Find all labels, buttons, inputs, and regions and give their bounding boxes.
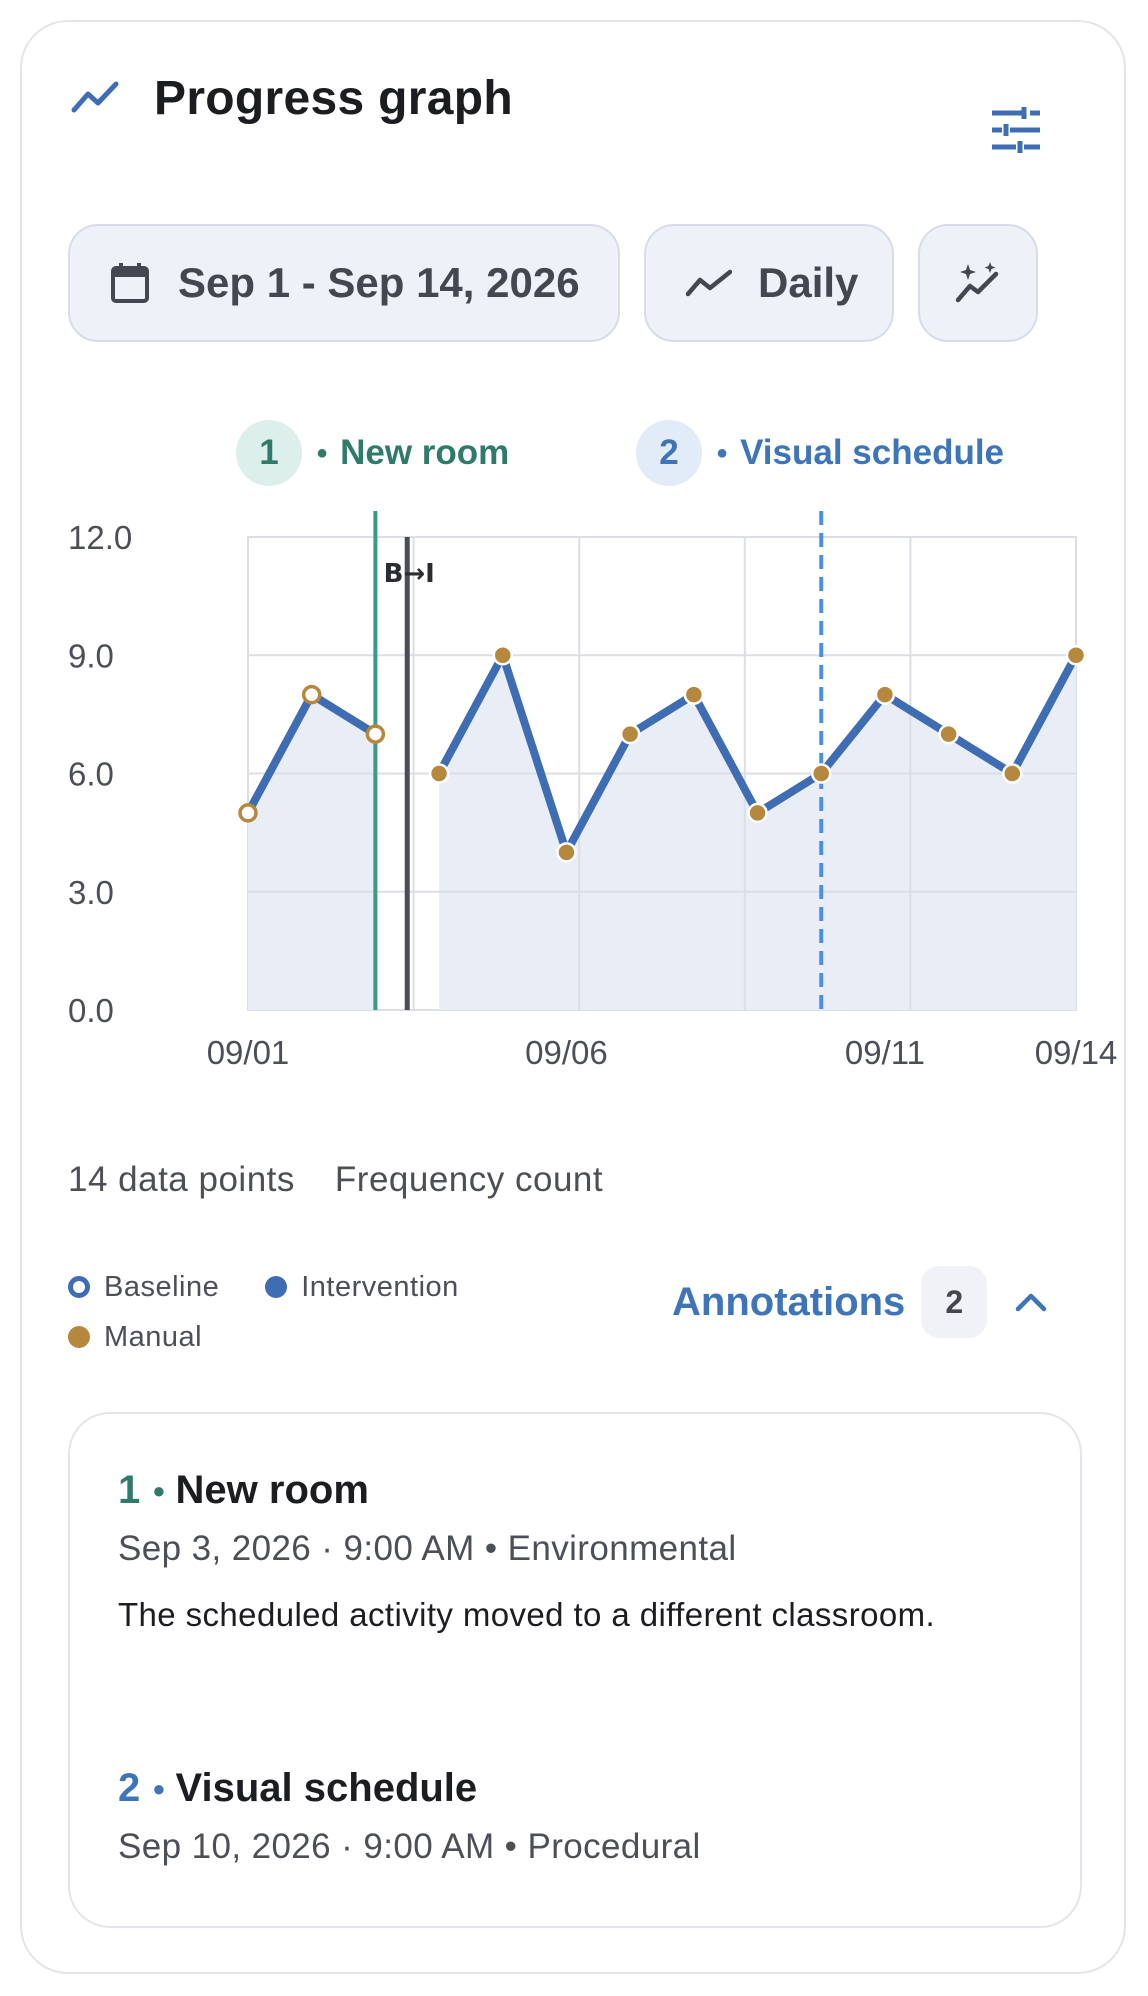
chart-meta: 14 data points Frequency count [68, 1160, 603, 1200]
annotations-label: Annotations [672, 1279, 906, 1324]
annotation-body: The scheduled activity moved to a differ… [118, 1596, 936, 1633]
y-tick-label: 12.0 [68, 519, 132, 556]
interval-label: Daily [758, 259, 859, 306]
intervention-point [619, 723, 641, 745]
annotation-number: 2 [118, 1766, 141, 1810]
card-header: Progress graph [68, 70, 513, 126]
trend-line-icon [686, 269, 732, 297]
intervention-swatch [265, 1276, 288, 1298]
measure-type: Frequency count [334, 1160, 604, 1199]
intervention-point [938, 723, 959, 745]
legend-label: Baseline [104, 1270, 220, 1303]
legend-manual: Manual [68, 1321, 202, 1354]
annotations-count-badge: 2 [921, 1266, 988, 1338]
annotation-item[interactable]: 1 ● New room Sep 3, 2026 · 9:00 AM • Env… [118, 1468, 938, 1639]
separator-dot: ● [716, 441, 729, 464]
y-tick-label: 9.0 [68, 637, 114, 674]
intervention-point [492, 645, 514, 666]
annotation-title: New room [175, 1468, 369, 1512]
intervention-point [1002, 763, 1023, 784]
intervention-point [874, 684, 896, 705]
annotation-subtitle: Sep 10, 2026 · 9:00 AM • Procedural [118, 1827, 701, 1866]
intervention-point [810, 763, 832, 784]
x-tick-label: 09/01 [207, 1034, 290, 1071]
x-tick-label: 09/06 [525, 1034, 608, 1071]
y-tick-label: 6.0 [68, 756, 114, 793]
marker-label: New room [340, 433, 510, 472]
legend-label: Manual [104, 1320, 203, 1353]
baseline-point [238, 803, 258, 823]
chevron-up-icon [1016, 1293, 1047, 1312]
y-tick-label: 0.0 [68, 992, 114, 1029]
annotation-subtitle: Sep 3, 2026 · 9:00 AM • Environmental [118, 1529, 737, 1568]
legend-intervention: Intervention [265, 1271, 459, 1304]
legend-label: Intervention [301, 1270, 459, 1303]
marker-number: 2 [636, 420, 702, 486]
annotation-item[interactable]: 2 ● Visual schedule Sep 10, 2026 · 9:00 … [118, 1766, 701, 1867]
marker-label: Visual schedule [740, 433, 1005, 472]
baseline-point [365, 724, 386, 744]
separator-dot: ● [152, 1477, 166, 1503]
y-tick-label: 3.0 [68, 874, 114, 911]
baseline-swatch [68, 1276, 90, 1298]
annotation-number: 1 [118, 1468, 141, 1512]
date-range-button[interactable]: Sep 1 - Sep 14, 2026 [68, 224, 620, 342]
calendar-icon [111, 263, 149, 303]
annotation-title: Visual schedule [175, 1766, 478, 1810]
separator-dot: ● [316, 441, 329, 464]
data-points-count: 14 data points [68, 1160, 295, 1199]
separator-dot: ● [152, 1775, 166, 1801]
intervention-point [428, 763, 450, 784]
chart-legend: Baseline Intervention Manual [68, 1262, 505, 1362]
tune-settings-button[interactable] [984, 98, 1048, 162]
annotation-marker-1[interactable]: 1 ● New room [236, 420, 509, 486]
baseline-point [301, 684, 322, 705]
progress-line-chart: 0.0 3.0 6.0 9.0 12.0 09/01 09/06 09/11 09/14 B→I [68, 511, 1118, 1071]
annotation-heading: 2 ● Visual schedule [118, 1766, 701, 1811]
intervention-point [556, 842, 577, 863]
annotations-toggle[interactable]: Annotations 2 [672, 1266, 1047, 1338]
sparkle-trend-icon [955, 262, 999, 303]
interval-button[interactable]: Daily [644, 224, 894, 342]
phase-change-label: B→I [384, 559, 435, 589]
trend-line-icon [71, 81, 119, 113]
manual-swatch [68, 1326, 90, 1348]
page-title: Progress graph [154, 71, 513, 125]
date-range-label: Sep 1 - Sep 14, 2026 [178, 259, 580, 306]
tune-sliders-icon [992, 107, 1040, 153]
x-tick-label: 09/11 [845, 1034, 925, 1071]
x-tick-label: 09/14 [1035, 1034, 1118, 1071]
intervention-point [747, 802, 768, 824]
intervention-point [683, 684, 705, 705]
legend-baseline: Baseline [68, 1271, 219, 1304]
annotations-panel: 1 ● New room Sep 3, 2026 · 9:00 AM • Env… [68, 1412, 1082, 1928]
annotation-marker-2[interactable]: 2 ● Visual schedule [636, 420, 1004, 486]
intervention-point [1065, 645, 1087, 666]
annotation-heading: 1 ● New room [118, 1468, 938, 1513]
marker-number: 1 [236, 420, 302, 486]
ai-insights-button[interactable] [918, 224, 1038, 342]
